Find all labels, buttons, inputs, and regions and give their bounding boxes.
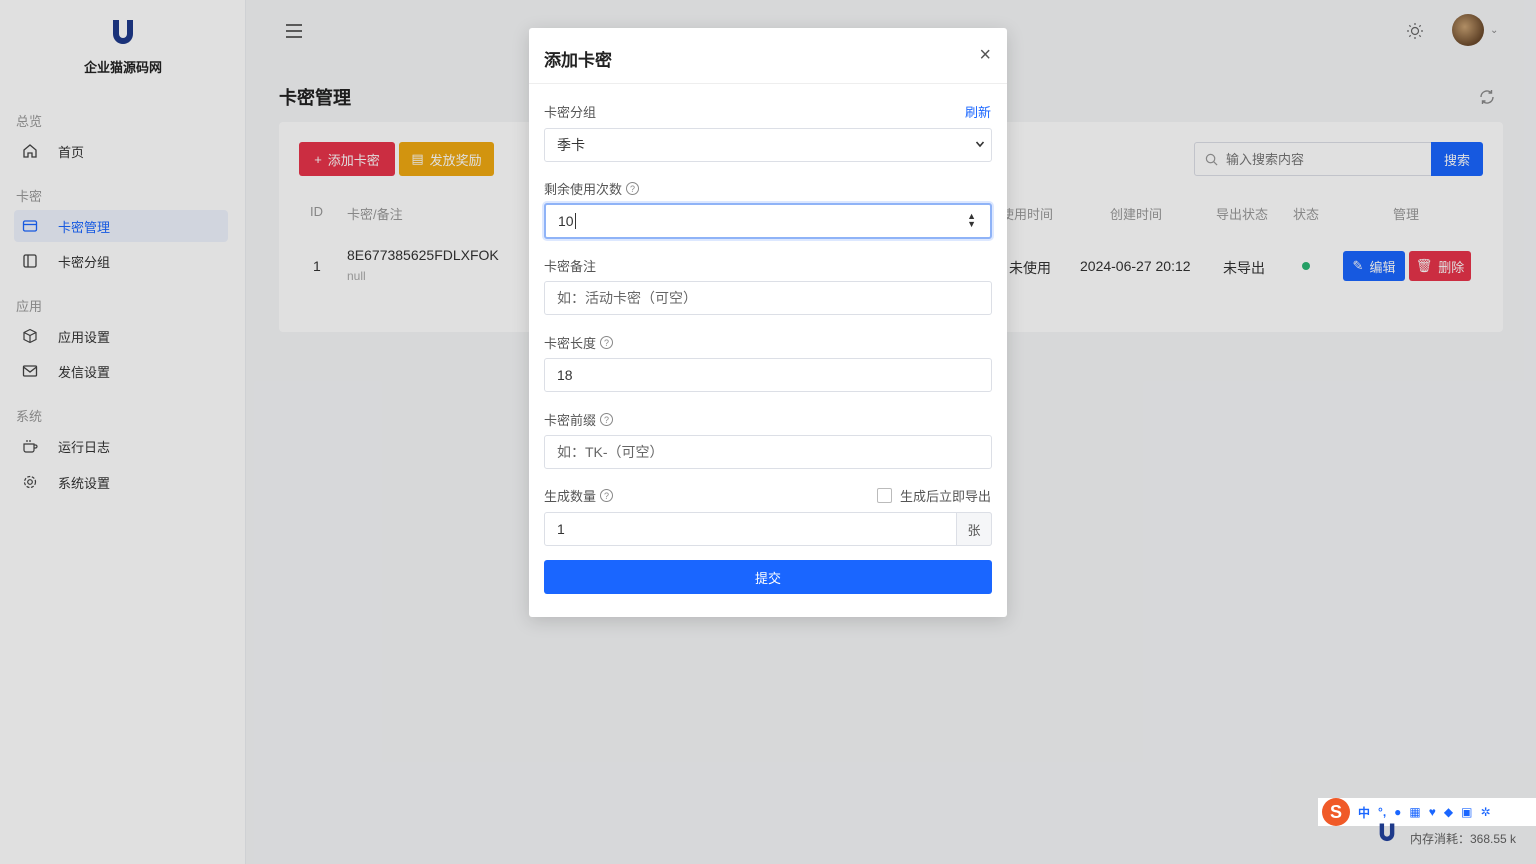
modal-header: 添加卡密 × [529,28,1007,84]
help-icon[interactable]: ? [600,489,614,502]
ime-punct[interactable]: °, [1378,805,1386,819]
add-card-modal: 添加卡密 × 卡密分组 刷新 季卡 剩余使用次数? 10 ▲ ▼ 卡密备注 如：活… [529,28,1007,617]
count-value: 1 [557,521,565,537]
prefix-placeholder: 如：TK-（可空） [557,444,664,460]
uses-input[interactable]: 10 ▲ ▼ [544,203,992,239]
memory-usage: 内存消耗：368.55 k [1410,832,1517,846]
count-label: 生成数量? [544,486,614,505]
group-select-value: 季卡 [557,137,585,153]
ime-toolbar[interactable]: S 中 °, ● ▦ ♥ ◆ ▣ ✲ [1318,798,1536,826]
note-placeholder: 如：活动卡密（可空） [557,290,697,306]
length-value: 18 [557,367,573,383]
help-icon[interactable]: ? [600,413,614,426]
length-input[interactable]: 18 [544,358,992,392]
count-input[interactable]: 1 张 [544,512,992,546]
length-label: 卡密长度? [544,333,614,352]
group-label: 卡密分组 [544,105,597,120]
count-suffix: 张 [956,512,992,546]
refresh-link[interactable]: 刷新 [965,102,991,121]
logo-icon [1379,823,1395,842]
export-checkbox[interactable] [876,488,892,503]
prefix-input[interactable]: 如：TK-（可空） [544,435,992,469]
prefix-label: 卡密前缀? [544,410,614,429]
mic-icon[interactable]: ● [1394,805,1401,819]
number-spinner-icon[interactable]: ▲ ▼ [967,212,976,229]
game-icon[interactable]: ◆ [1444,805,1453,819]
settings-icon[interactable]: ✲ [1480,805,1490,819]
help-icon[interactable]: ? [600,336,614,349]
keyboard-icon[interactable]: ▦ [1409,805,1420,819]
uses-label: 剩余使用次数? [544,179,640,198]
help-icon[interactable]: ? [626,182,640,195]
note-input[interactable]: 如：活动卡密（可空） [544,281,992,315]
skin-icon[interactable]: ♥ [1429,805,1436,819]
sogou-logo-icon[interactable]: S [1322,798,1350,826]
modal-title: 添加卡密 [544,51,612,70]
export-checkbox-label: 生成后立即导出 [899,489,991,504]
chevron-down-icon [975,141,985,148]
close-icon[interactable]: × [979,45,991,65]
note-label: 卡密备注 [544,259,597,274]
export-checkbox-wrap[interactable]: 生成后立即导出 [876,486,991,505]
uses-value: 10 [558,213,574,229]
group-select[interactable]: 季卡 [544,128,992,162]
submit-button[interactable]: 提交 [544,560,992,594]
grid-icon[interactable]: ▣ [1461,805,1472,819]
ime-mode[interactable]: 中 [1358,804,1370,821]
